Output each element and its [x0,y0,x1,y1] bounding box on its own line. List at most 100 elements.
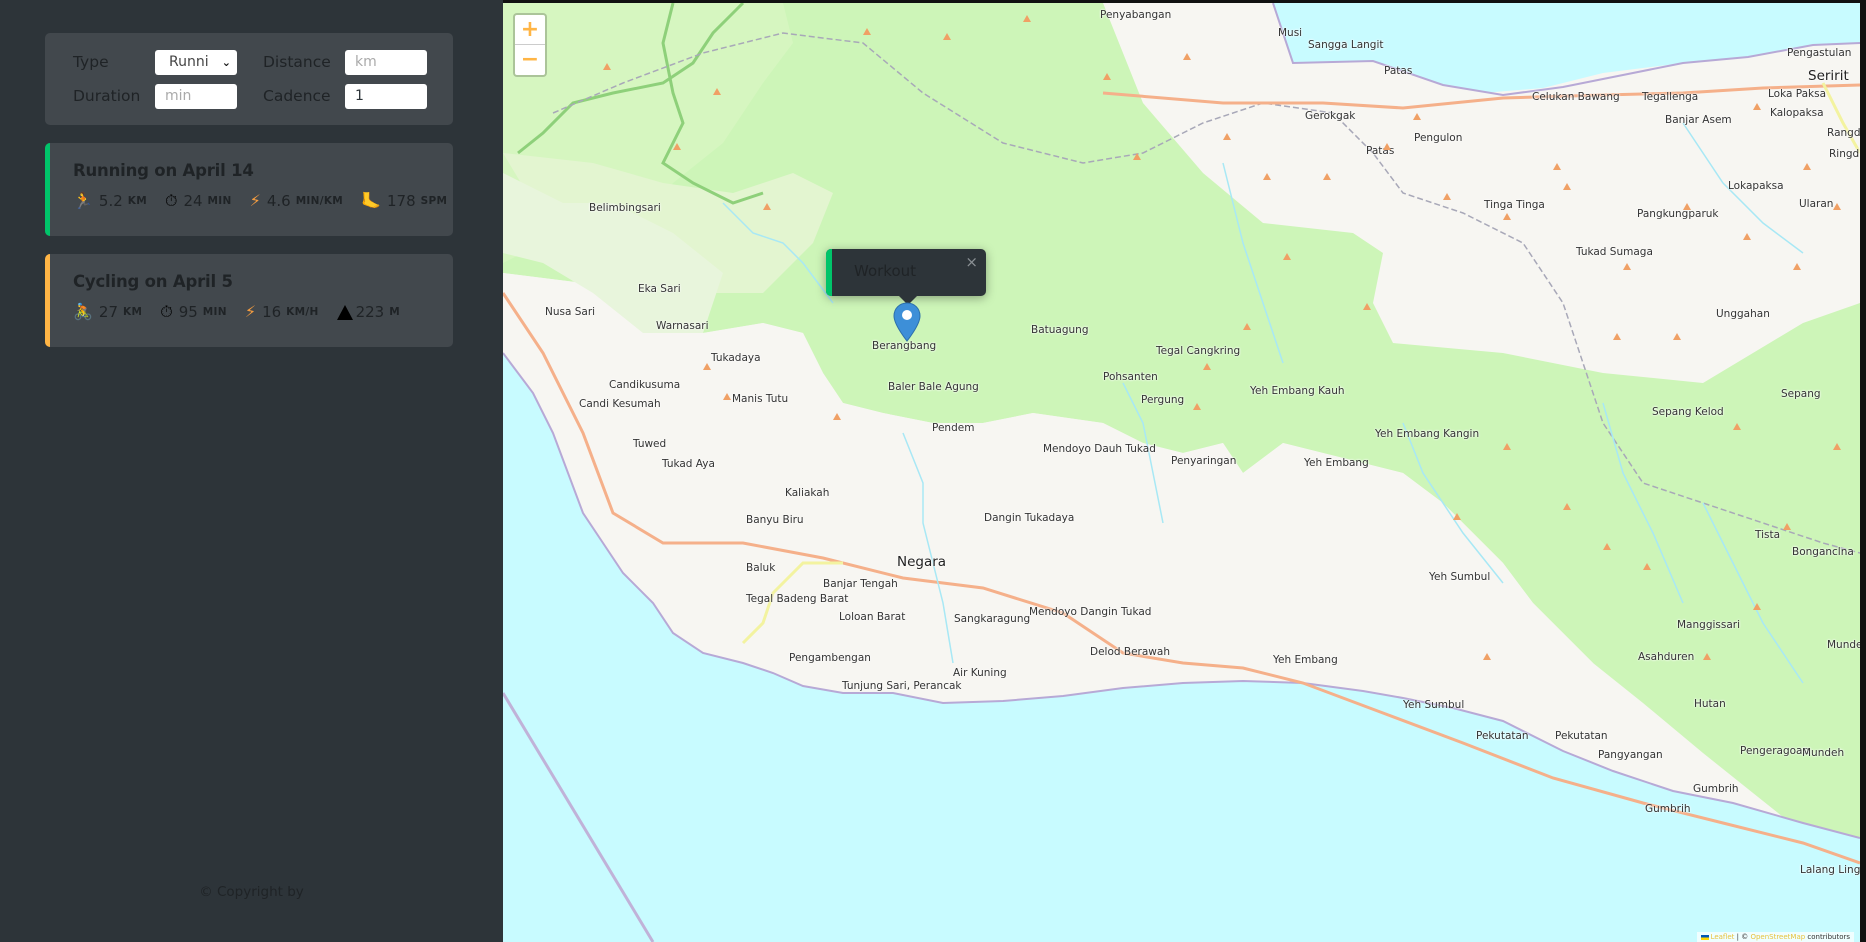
form-row-cadence: Cadence [263,83,427,109]
place-label: Pekutatan [1555,730,1608,742]
close-icon[interactable]: × [965,253,978,271]
place-label: Pangkungparuk [1637,208,1719,220]
peak-icon [943,33,951,40]
peak-icon [1133,153,1141,160]
cadence-label: Cadence [263,87,331,105]
detail-value: 24 [183,192,203,210]
peak-icon [1673,333,1681,340]
peak-icon [1503,213,1511,220]
zoom-in-button[interactable]: + [515,15,545,45]
place-label: Kalopaksa [1770,107,1824,119]
place-label: Loka Paksa [1768,88,1827,100]
cadence-input[interactable] [345,83,427,109]
peak-icon [1193,403,1201,410]
place-label: Mendoyo Dauh Tukad [1043,443,1156,455]
workout-popup[interactable]: Workout × [826,249,986,296]
place-label: Tegallenga [1642,91,1699,103]
workout-card-cycling[interactable]: Cycling on April 5 🚴 27 km ⏱ 95 min ⚡ 16 km/h 223 m [45,254,453,347]
place-label: Sepang Kelod [1652,406,1724,418]
osm-link[interactable]: OpenStreetMap [1750,933,1805,941]
zoom-control: + − [513,13,547,77]
detail-unit: km [123,306,143,318]
place-label: Air Kuning [953,667,1007,679]
place-label: Candi Kesumah [579,398,661,410]
zoom-out-button[interactable]: − [515,45,545,75]
place-label: Baler Bale Agung [888,381,979,393]
detail-unit: min/km [295,195,344,207]
peak-icon [1183,53,1191,60]
place-label: Mundeh [1802,747,1845,759]
peak-icon [1503,443,1511,450]
place-label: Pekutatan [1476,730,1529,742]
place-label: Candikusuma [609,379,681,391]
workout-title: Running on April 14 [73,161,254,180]
workout-detail: ⏱ 95 min [160,303,227,321]
peak-icon [1733,423,1741,430]
peak-icon [1703,653,1711,660]
distance-input[interactable] [345,49,427,75]
peak-icon [603,63,611,70]
detail-unit: min [207,195,232,207]
place-label: Seririt [1808,68,1849,84]
place-label: Banjar Tengah [823,578,898,590]
place-label: Hutan [1694,698,1726,710]
peak-icon [1783,523,1791,530]
place-label: Pangyangan [1598,749,1663,761]
place-label: Tuwed [633,438,667,450]
place-label: Warnasari [656,320,709,332]
place-label: Tinga Tinga [1484,199,1545,211]
duration-input[interactable] [155,83,237,109]
place-label: Asahduren [1638,651,1695,663]
map-tiles [503,3,1860,942]
workout-detail: 🦶 178 spm [361,192,447,210]
peak-icon [1603,543,1611,550]
peak-icon [1283,253,1291,260]
form-row-distance: Distance [263,49,427,75]
place-label: Delod Berawah [1090,646,1170,658]
place-label: Tunjung Sari, Perancak [842,680,962,692]
place-label: Eka Sari [638,283,681,295]
lightning-icon: ⚡ [249,191,261,210]
place-label: Penyabangan [1100,9,1172,21]
workout-detail: ⏱ 24 min [165,192,232,210]
place-label: Yeh Sumbul [1403,699,1465,711]
place-label: Yeh Sumbul [1429,571,1491,583]
peak-icon [673,143,681,150]
peak-icon [1483,653,1491,660]
place-label: Dangin Tukadaya [984,512,1075,524]
place-label: Belimbingsari [589,202,661,214]
detail-value: 16 [262,303,282,321]
place-label: Kaliakah [785,487,830,499]
place-label: Loloan Barat [839,611,906,623]
map[interactable]: Penyabangan Musi Sangga Langit Patas Pengast… [503,3,1860,942]
place-label: Banyu Biru [746,514,804,526]
place-label: Pengulon [1414,132,1463,144]
place-label: Tegal Badeng Barat [746,593,849,605]
place-label: Musi [1278,27,1303,39]
workout-detail: ⚡ 16 km/h [245,303,319,321]
peak-icon [1753,603,1761,610]
peak-icon [1363,303,1371,310]
place-label: Banjar Asem [1665,114,1732,126]
peak-icon [1413,113,1421,120]
detail-unit: spm [420,195,448,207]
place-label: Baluk [746,562,776,574]
peak-icon [863,28,871,35]
place-label: Patas [1384,65,1413,77]
place-label: Tukad Sumaga [1576,246,1653,258]
peak-icon [1243,323,1251,330]
place-label: Mendoyo Dangin Tukad [1029,606,1152,618]
leaflet-link[interactable]: Leaflet [1711,933,1735,941]
place-label: Lalang Linggah [1800,864,1860,876]
chevron-down-icon: ⌄ [221,55,231,69]
workout-card-running[interactable]: Running on April 14 🏃 5.2 km ⏱ 24 min ⚡ 4.6 min/k… [45,143,453,236]
type-select[interactable]: Runni ⌄ [155,49,237,75]
detail-value: 5.2 [98,192,123,210]
workout-detail: 223 m [336,303,400,321]
map-marker-icon[interactable] [893,302,921,342]
place-label: Manis Tutu [732,393,789,405]
place-label: Unggahan [1716,308,1770,320]
peak-icon [1383,143,1391,150]
place-label: Sepang [1781,388,1821,400]
distance-label: Distance [263,53,331,71]
